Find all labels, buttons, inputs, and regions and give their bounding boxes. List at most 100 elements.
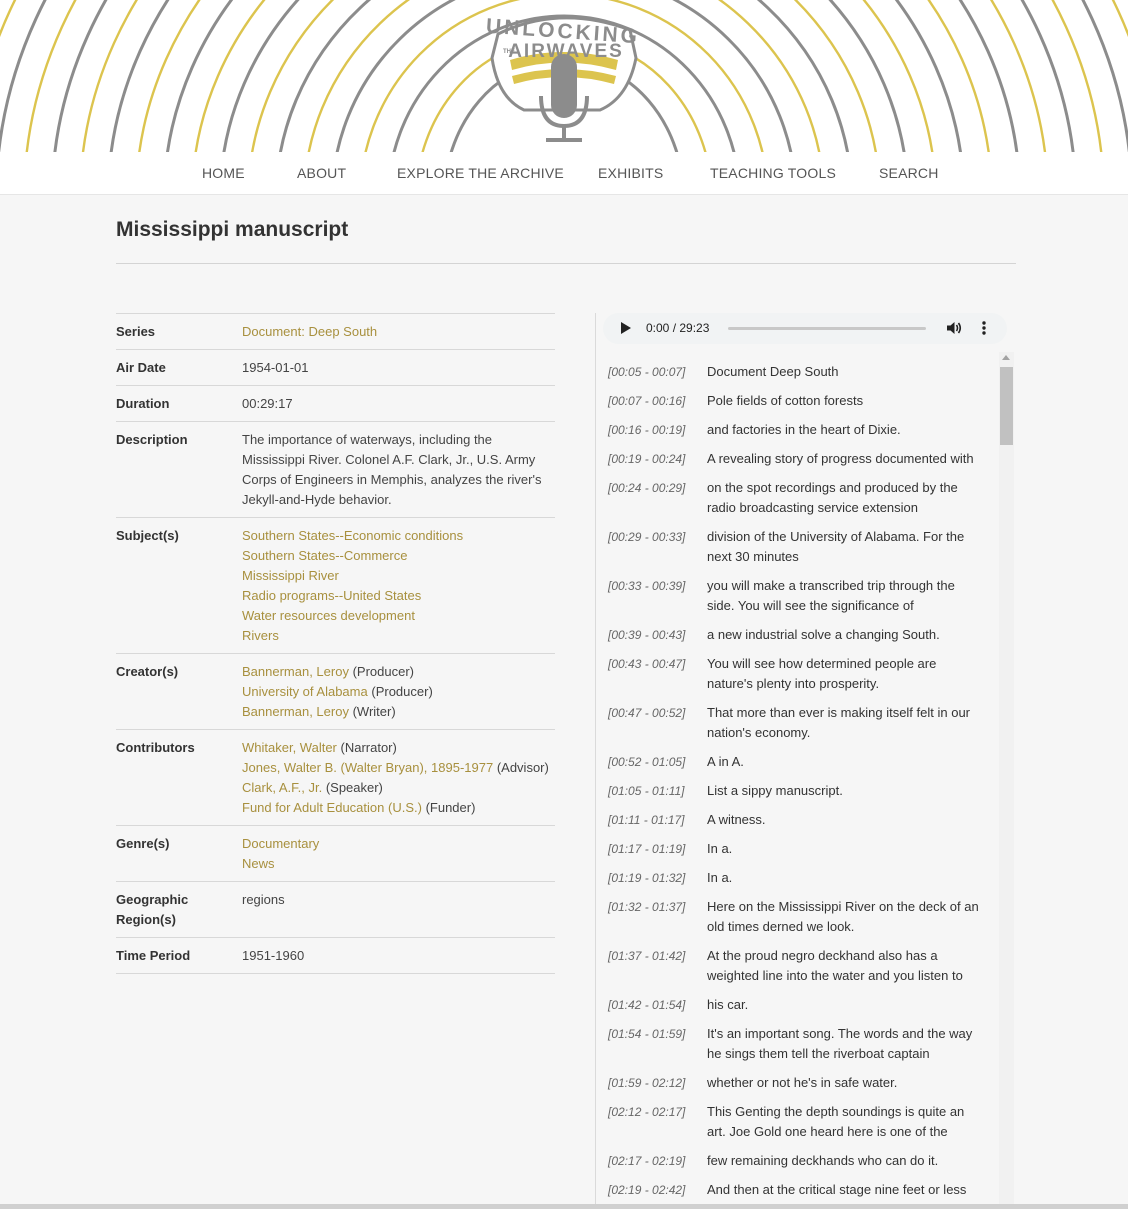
genre-link[interactable]: Documentary: [242, 834, 555, 854]
play-icon[interactable]: [621, 322, 631, 334]
creator-link[interactable]: Bannerman, Leroy: [242, 664, 349, 679]
site-logo[interactable]: UNLOCKING THE AIRWAVES: [485, 15, 641, 142]
transcript-timestamp[interactable]: [00:43 - 00:47]: [597, 654, 707, 694]
creator-role: (Producer): [371, 684, 433, 699]
transcript-timestamp[interactable]: [01:42 - 01:54]: [597, 995, 707, 1015]
logo-line2: AIRWAVES: [508, 41, 624, 62]
transcript-row: [00:16 - 00:19] and factories in the hear…: [597, 420, 992, 449]
transcript-row: [01:37 - 01:42] At the proud negro deckha…: [597, 946, 992, 995]
site-header: UNLOCKING THE AIRWAVES: [0, 0, 1128, 152]
transcript-timestamp[interactable]: [00:24 - 00:29]: [597, 478, 707, 518]
transcript-text: It's an important song. The words and th…: [707, 1026, 973, 1061]
meta-row-subjects: Subject(s) Southern States--Economic con…: [116, 517, 555, 653]
transcript-row: [01:54 - 01:59] It's an important song. T…: [597, 1024, 992, 1073]
volume-icon[interactable]: [946, 320, 962, 336]
transcript-timestamp[interactable]: [00:29 - 00:33]: [597, 527, 707, 567]
transcript-timestamp[interactable]: [00:05 - 00:07]: [597, 362, 707, 382]
transcript-timestamp[interactable]: [01:17 - 01:19]: [597, 839, 707, 859]
transcript-text: a new industrial solve a changing South.: [707, 627, 940, 642]
contributor-link[interactable]: Clark, A.F., Jr.: [242, 780, 322, 795]
header-banner: UNLOCKING THE AIRWAVES: [0, 0, 1128, 152]
transcript-timestamp[interactable]: [01:32 - 01:37]: [597, 897, 707, 937]
transcript-timestamp[interactable]: [02:12 - 02:17]: [597, 1102, 707, 1142]
transcript-row: [00:24 - 00:29] on the spot recordings an…: [597, 478, 992, 527]
transcript-timestamp[interactable]: [02:19 - 02:42]: [597, 1180, 707, 1200]
nav-exhibits[interactable]: EXHIBITS: [598, 165, 663, 181]
transcript-text: few remaining deckhands who can do it.: [707, 1153, 939, 1168]
transcript-text: and factories in the heart of Dixie.: [707, 422, 901, 437]
contributor-link[interactable]: Jones, Walter B. (Walter Bryan), 1895-19…: [242, 760, 493, 775]
transcript-timestamp[interactable]: [01:11 - 01:17]: [597, 810, 707, 830]
meta-label: Air Date: [116, 360, 166, 375]
genre-link[interactable]: News: [242, 854, 555, 874]
contributor-role: (Narrator): [340, 740, 397, 755]
transcript-timestamp[interactable]: [02:17 - 02:19]: [597, 1151, 707, 1171]
series-link[interactable]: Document: Deep South: [242, 324, 377, 339]
subject-link[interactable]: Southern States--Economic conditions: [242, 526, 555, 546]
creator-link[interactable]: University of Alabama: [242, 684, 368, 699]
nav-home[interactable]: HOME: [202, 165, 245, 181]
scroll-up-arrow-icon[interactable]: [1002, 355, 1010, 360]
transcript-text: A revealing story of progress documented…: [707, 451, 974, 466]
transcript-text: This Genting the depth soundings is quit…: [707, 1104, 965, 1139]
meta-label: Subject(s): [116, 528, 179, 543]
nav-teaching-tools[interactable]: TEACHING TOOLS: [710, 165, 836, 181]
transcript-text: At the proud negro deckhand also has a w…: [707, 948, 963, 983]
time-period-value: 1951-1960: [242, 948, 305, 963]
creator-link[interactable]: Bannerman, Leroy: [242, 704, 349, 719]
transcript-row: [00:39 - 00:43] a new industrial solve a …: [597, 625, 992, 654]
meta-row-geographic: Geographic Region(s) regions: [116, 881, 555, 937]
meta-label: Description: [116, 432, 188, 447]
transcript-row: [00:19 - 00:24] A revealing story of prog…: [597, 449, 992, 478]
transcript-timestamp[interactable]: [00:39 - 00:43]: [597, 625, 707, 645]
transcript-text: Document Deep South: [707, 364, 839, 379]
transcript-timestamp[interactable]: [00:52 - 01:05]: [597, 752, 707, 772]
air-date-value: 1954-01-01: [242, 360, 309, 375]
subject-link[interactable]: Water resources development: [242, 606, 555, 626]
transcript-text: whether or not he's in safe water.: [707, 1075, 898, 1090]
transcript-text: List a sippy manuscript.: [707, 783, 843, 798]
transcript-row: [01:32 - 01:37] Here on the Mississippi R…: [597, 897, 992, 946]
transcript-timestamp[interactable]: [01:05 - 01:11]: [597, 781, 707, 801]
subject-link[interactable]: Southern States--Commerce: [242, 546, 555, 566]
transcript-timestamp[interactable]: [00:07 - 00:16]: [597, 391, 707, 411]
contributor-link[interactable]: Whitaker, Walter: [242, 740, 337, 755]
transcript-timestamp[interactable]: [01:19 - 01:32]: [597, 868, 707, 888]
transcript-row: [00:07 - 00:16] Pole fields of cotton for…: [597, 391, 992, 420]
transcript-timestamp[interactable]: [00:33 - 00:39]: [597, 576, 707, 616]
window-bottom-edge: [0, 1204, 1128, 1209]
transcript-timestamp[interactable]: [01:59 - 02:12]: [597, 1073, 707, 1093]
transcript-timestamp[interactable]: [00:19 - 00:24]: [597, 449, 707, 469]
transcript-timestamp[interactable]: [00:16 - 00:19]: [597, 420, 707, 440]
meta-row-air-date: Air Date 1954-01-01: [116, 349, 555, 385]
more-options-icon[interactable]: [981, 320, 987, 336]
subject-link[interactable]: Rivers: [242, 626, 555, 646]
nav-explore-archive[interactable]: EXPLORE THE ARCHIVE: [397, 165, 564, 181]
main-nav: HOME ABOUT EXPLORE THE ARCHIVE EXHIBITS …: [0, 152, 1128, 195]
audio-seek-bar[interactable]: [728, 327, 926, 330]
duration-value: 00:29:17: [242, 396, 293, 411]
meta-label: Duration: [116, 396, 170, 411]
metadata-table: Series Document: Deep South Air Date 195…: [116, 313, 555, 974]
transcript-timestamp[interactable]: [01:54 - 01:59]: [597, 1024, 707, 1064]
transcript-text: you will make a transcribed trip through…: [707, 578, 955, 613]
contributor-link[interactable]: Fund for Adult Education (U.S.): [242, 800, 422, 815]
scrollbar-thumb[interactable]: [1000, 367, 1013, 445]
subject-link[interactable]: Radio programs--United States: [242, 586, 555, 606]
transcript-row: [02:17 - 02:19] few remaining deckhands w…: [597, 1151, 992, 1180]
nav-about[interactable]: ABOUT: [297, 165, 346, 181]
transcript-timestamp[interactable]: [00:47 - 00:52]: [597, 703, 707, 743]
column-divider: [595, 313, 596, 1209]
transcript-scrollbar[interactable]: [999, 352, 1014, 1209]
meta-row-duration: Duration 00:29:17: [116, 385, 555, 421]
transcript-text: Here on the Mississippi River on the dec…: [707, 899, 979, 934]
transcript-timestamp[interactable]: [01:37 - 01:42]: [597, 946, 707, 986]
meta-row-series: Series Document: Deep South: [116, 313, 555, 349]
meta-row-contributors: Contributors Whitaker, Walter (Narrator)…: [116, 729, 555, 825]
transcript-panel: [00:05 - 00:07] Document Deep South [00:07…: [597, 352, 1016, 1209]
transcript-text: In a.: [707, 841, 733, 856]
transcript-row: [00:29 - 00:33] division of the Universit…: [597, 527, 992, 576]
transcript-row: [01:17 - 01:19] In a.: [597, 839, 992, 868]
nav-search[interactable]: SEARCH: [879, 165, 939, 181]
subject-link[interactable]: Mississippi River: [242, 566, 555, 586]
